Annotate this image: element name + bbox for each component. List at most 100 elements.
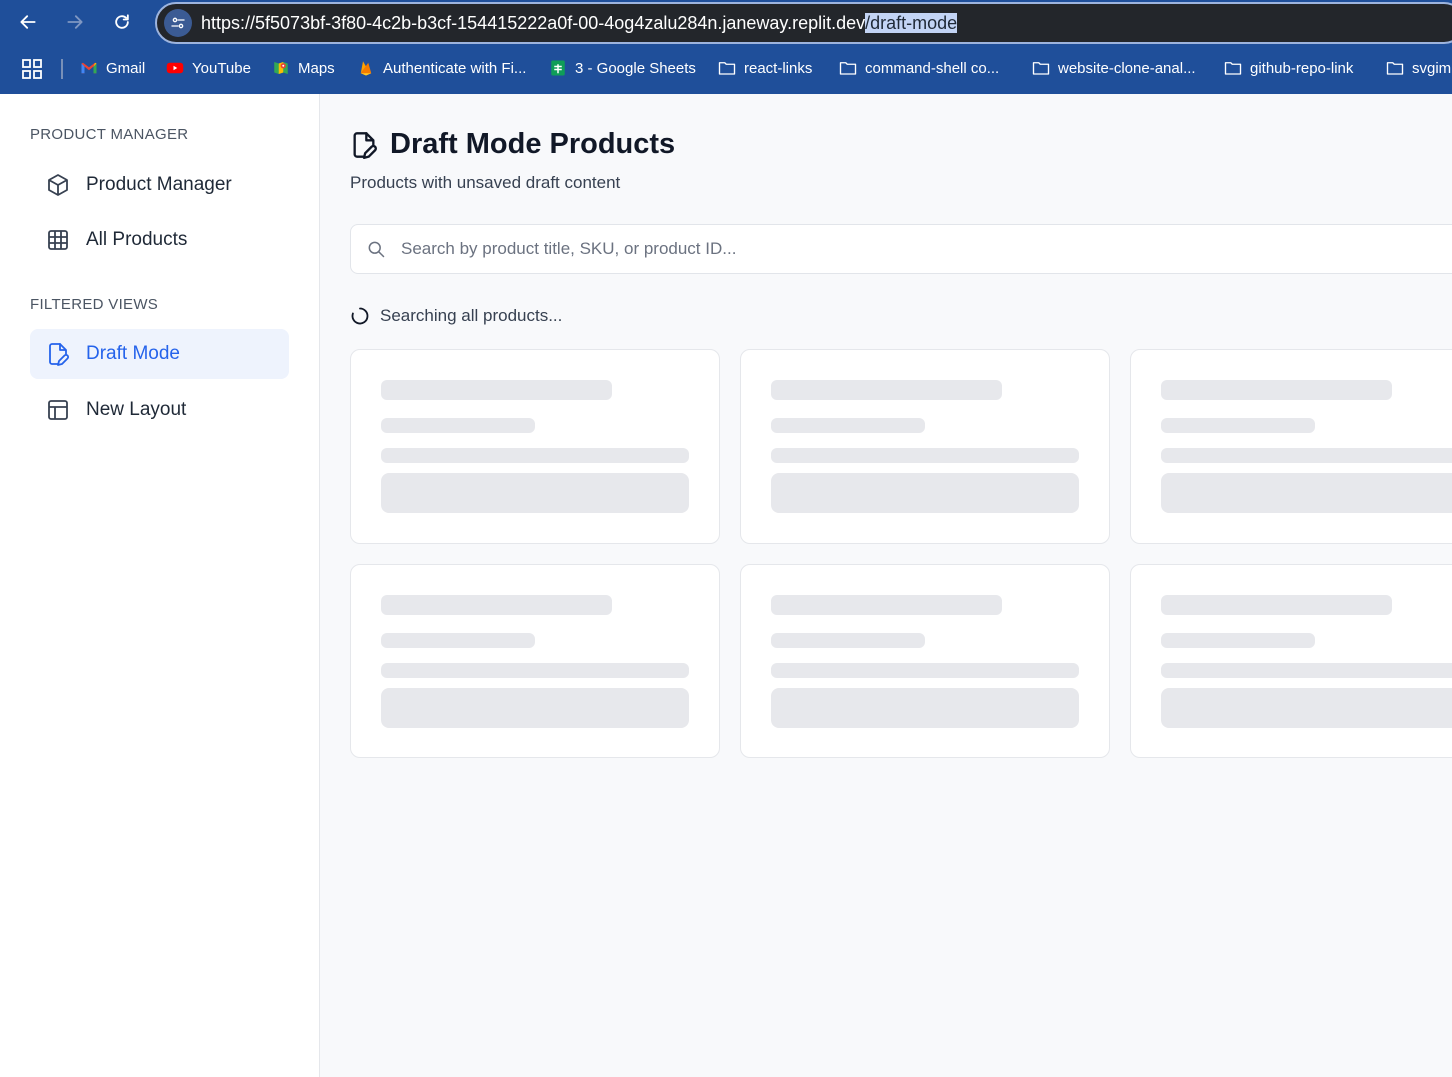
bookmark-folder-svgim[interactable]: svgim — [1386, 57, 1452, 79]
bookmark-folder-website-clone[interactable]: website-clone-anal... — [1032, 57, 1196, 79]
folder-icon — [1386, 62, 1404, 75]
bookmark-maps[interactable]: Maps — [272, 57, 335, 79]
status-text: Searching all products... — [380, 306, 563, 325]
bookmark-label: YouTube — [192, 59, 251, 77]
bookmark-label: Gmail — [106, 59, 146, 77]
forward-button[interactable] — [59, 6, 91, 38]
skeleton-card — [350, 564, 720, 758]
reload-icon — [115, 14, 129, 29]
skeleton-line — [771, 380, 1002, 400]
skeleton-line — [771, 663, 1079, 678]
folder-icon — [1032, 62, 1050, 75]
sidebar-item-draft-mode[interactable]: Draft Mode — [30, 329, 289, 379]
search-box — [350, 224, 1452, 274]
skeleton-line — [771, 595, 1002, 615]
skeleton-line — [1161, 448, 1452, 463]
maps-icon — [274, 62, 288, 74]
skeleton-card — [350, 349, 720, 544]
skeleton-line — [381, 633, 535, 648]
bookmarks-divider — [61, 59, 63, 79]
skeleton-line — [381, 448, 689, 463]
search-input[interactable] — [401, 225, 1452, 273]
skeleton-block — [1161, 473, 1452, 513]
youtube-icon — [166, 62, 184, 74]
skeleton-block — [381, 473, 689, 513]
skeleton-line — [381, 380, 612, 400]
folder-icon — [839, 62, 857, 75]
skeleton-line — [771, 418, 925, 433]
layout-icon — [48, 400, 68, 420]
bookmark-firebase[interactable]: Authenticate with Fi... — [357, 57, 526, 79]
file-edit-icon — [49, 343, 69, 366]
bookmark-sheets[interactable]: 3 - Google Sheets — [549, 57, 696, 79]
skeleton-line — [1161, 380, 1392, 400]
search-icon — [368, 241, 385, 258]
bookmark-label: 3 - Google Sheets — [575, 59, 696, 77]
skeleton-block — [1161, 688, 1452, 728]
cube-icon — [48, 174, 68, 196]
url-host: https://5f5073bf-3f80-4c2b-b3cf-15441522… — [201, 13, 866, 33]
bookmark-folder-command-shell[interactable]: command-shell co... — [839, 57, 999, 79]
sidebar-item-label: New Layout — [86, 399, 187, 420]
bookmarks-bar: Gmail YouTube Maps Authenticate with Fi.… — [0, 50, 1452, 86]
url-text[interactable]: https://5f5073bf-3f80-4c2b-b3cf-15441522… — [201, 13, 958, 34]
skeleton-card — [740, 349, 1110, 544]
sidebar: PRODUCT MANAGER Product Manager All Prod… — [0, 94, 320, 1077]
grid-icon — [48, 230, 68, 250]
skeleton-line — [1161, 418, 1315, 433]
gmail-icon — [81, 62, 97, 74]
folder-icon — [718, 62, 736, 75]
skeleton-line — [1161, 633, 1315, 648]
sidebar-item-label: Draft Mode — [86, 343, 180, 364]
folder-icon — [1224, 62, 1242, 75]
back-button[interactable] — [12, 6, 44, 38]
browser-toolbar: https://5f5073bf-3f80-4c2b-b3cf-15441522… — [0, 0, 1452, 94]
skeleton-card — [1130, 349, 1452, 544]
skeleton-line — [1161, 595, 1392, 615]
apps-grid-icon[interactable] — [22, 59, 42, 79]
skeleton-block — [771, 688, 1079, 728]
main-content: Draft Mode Products Products with unsave… — [320, 94, 1452, 1077]
skeleton-line — [1161, 663, 1452, 678]
file-edit-icon — [353, 131, 377, 159]
sidebar-item-label: All Products — [86, 229, 188, 250]
bookmark-folder-react-links[interactable]: react-links — [718, 57, 812, 79]
sidebar-section-product-manager: PRODUCT MANAGER — [30, 126, 189, 143]
sheets-icon — [551, 60, 565, 76]
url-path-selected: /draft-mode — [865, 13, 958, 33]
site-info-button[interactable] — [164, 9, 192, 37]
tune-icon — [171, 17, 185, 29]
bookmark-youtube[interactable]: YouTube — [166, 57, 251, 79]
bookmark-label: Authenticate with Fi... — [383, 59, 527, 77]
skeleton-block — [771, 473, 1079, 513]
bookmark-label: website-clone-anal... — [1058, 59, 1196, 77]
address-bar[interactable]: https://5f5073bf-3f80-4c2b-b3cf-15441522… — [155, 2, 1452, 44]
skeleton-line — [381, 663, 689, 678]
page-header: Draft Mode Products — [350, 128, 675, 161]
skeleton-block — [381, 688, 689, 728]
arrow-left-icon — [20, 15, 36, 29]
bookmark-label: svgim — [1412, 59, 1452, 77]
sidebar-item-product-manager[interactable]: Product Manager — [30, 160, 289, 210]
skeleton-line — [381, 595, 612, 615]
arrow-right-icon — [67, 15, 83, 29]
sidebar-item-label: Product Manager — [86, 174, 232, 195]
bookmark-label: Maps — [298, 59, 335, 77]
bookmark-gmail[interactable]: Gmail — [80, 57, 145, 79]
skeleton-line — [771, 633, 925, 648]
page-subtitle: Products with unsaved draft content — [350, 173, 621, 192]
skeleton-line — [771, 448, 1079, 463]
sidebar-section-filtered-views: FILTERED VIEWS — [30, 296, 159, 313]
bookmark-label: command-shell co... — [865, 59, 1000, 77]
skeleton-line — [381, 418, 535, 433]
skeleton-card — [740, 564, 1110, 758]
bookmark-folder-github-repo[interactable]: github-repo-link — [1224, 57, 1353, 79]
sidebar-item-new-layout[interactable]: New Layout — [30, 385, 289, 435]
sidebar-item-all-products[interactable]: All Products — [30, 215, 289, 265]
bookmark-label: github-repo-link — [1250, 59, 1354, 77]
loading-status: Searching all products... — [350, 306, 562, 326]
page-title: Draft Mode Products — [390, 128, 676, 160]
reload-button[interactable] — [106, 6, 138, 38]
spinner-icon — [351, 307, 369, 325]
bookmark-label: react-links — [744, 59, 813, 77]
